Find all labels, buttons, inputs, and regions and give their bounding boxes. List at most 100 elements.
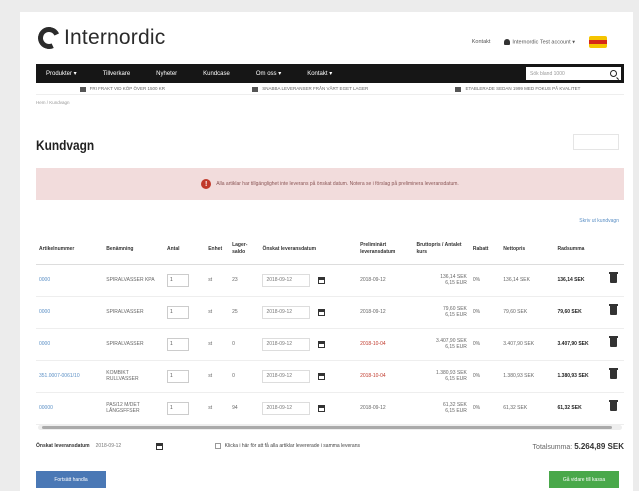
item-unit: st	[205, 360, 230, 393]
search-placeholder: Sök bland 1000	[530, 70, 565, 77]
pin-icon	[252, 86, 259, 92]
item-unit: st	[205, 264, 230, 297]
trash-icon[interactable]	[608, 336, 618, 348]
item-unit: st	[205, 392, 230, 425]
nav-item-manufacturers[interactable]: Tillverkare	[93, 71, 140, 77]
prelim-date: 2018-09-12	[357, 264, 414, 297]
quantity-input[interactable]: 1	[167, 337, 189, 351]
usp-bar: FRI FRAKT VID KÖP ÖVER 1500 KR SNABBA LE…	[36, 84, 624, 95]
col-stock: Lager-saldo	[229, 234, 260, 265]
col-qty: Antal	[164, 234, 206, 265]
item-name: SPIRALVASSER	[103, 328, 164, 361]
item-stock: 0	[229, 360, 260, 393]
col-discount: Rabatt	[469, 234, 501, 265]
nav-item-products[interactable]: Produkter ▾	[36, 70, 87, 77]
net-price: 79,60 SEK	[500, 296, 555, 329]
discount: 0%	[469, 360, 501, 393]
contact-link[interactable]: Kontakt	[472, 39, 491, 45]
scrollbar-thumb[interactable]	[42, 426, 612, 429]
continue-shopping-button[interactable]: Fortsätt handla	[36, 471, 106, 488]
article-link[interactable]: 00000	[36, 392, 104, 425]
quantity-input[interactable]: 1	[167, 305, 189, 319]
availability-alert: ! Alla artiklar har tillgänglighet inte …	[36, 168, 624, 200]
item-unit: st	[205, 328, 230, 361]
wish-date-input[interactable]: 2018-09-12	[262, 273, 311, 287]
quantity-input[interactable]: 1	[167, 401, 189, 415]
prelim-date: 2018-09-12	[357, 392, 414, 425]
discount: 0%	[469, 264, 501, 297]
alert-text: Alla artiklar har tillgänglighet inte le…	[216, 181, 459, 187]
item-name: SPIRALVASSER	[103, 296, 164, 329]
calendar-icon[interactable]	[318, 276, 326, 284]
wish-date-input[interactable]: 2018-09-12	[262, 401, 311, 415]
logo[interactable]: Internordic	[34, 23, 165, 53]
quantity-input[interactable]: 1	[167, 369, 189, 383]
delivery-date-field[interactable]: 2018-09-12	[96, 443, 144, 449]
total-value: 5.264,89 SEK	[574, 441, 624, 451]
header: Internordic Kontakt Internordic Test acc…	[20, 12, 633, 56]
print-cart-link[interactable]: Skriv ut kundvagn	[579, 218, 619, 224]
wish-date-input[interactable]: 2018-09-12	[262, 305, 311, 319]
logo-icon	[34, 23, 64, 53]
article-link[interactable]: 0000	[36, 328, 104, 361]
breadcrumb[interactable]: Hem / Kundvagn	[36, 100, 70, 105]
error-icon: !	[201, 179, 212, 189]
usp-item: SNABBA LEVERANSER FRÅN VÅRT EGET LAGER	[252, 86, 368, 92]
item-unit: st	[205, 296, 230, 329]
search-input[interactable]: Sök bland 1000	[526, 67, 621, 80]
nav-item-news[interactable]: Nyheter	[146, 71, 187, 77]
wish-date-input[interactable]: 2018-09-12	[262, 369, 311, 383]
nav-item-cases[interactable]: Kundcase	[193, 71, 240, 77]
net-price: 1.380,93 SEK	[500, 360, 555, 393]
search-icon[interactable]	[610, 70, 617, 77]
cart-action-box[interactable]	[573, 134, 619, 150]
discount: 0%	[469, 328, 501, 361]
row-sum: 61,32 SEK	[554, 392, 607, 425]
checkout-button[interactable]: Gå vidare till kassa	[549, 471, 619, 488]
calendar-icon[interactable]	[318, 372, 326, 380]
main-nav: Produkter ▾ Tillverkare Nyheter Kundcase…	[36, 64, 624, 83]
row-sum: 79,60 SEK	[554, 296, 607, 329]
discount: 0%	[469, 392, 501, 425]
calendar-icon[interactable]	[318, 308, 326, 316]
wish-date-input[interactable]: 2018-09-12	[262, 337, 311, 351]
net-price: 136,14 SEK	[500, 264, 555, 297]
table-row: 0000 SPIRALVASSER 1st 25 2018-09-12 2018-09-1…	[36, 296, 624, 329]
item-stock: 94	[229, 392, 260, 425]
quantity-input[interactable]: 1	[167, 273, 189, 287]
col-name: Benämning	[103, 234, 164, 265]
trash-icon[interactable]	[608, 304, 618, 316]
article-link[interactable]: 0000	[36, 296, 104, 329]
calendar-icon[interactable]	[318, 340, 326, 348]
trash-icon[interactable]	[608, 272, 618, 284]
truck-icon	[455, 86, 462, 92]
delivery-date-label: Önskat leveransdatum	[36, 443, 90, 449]
user-icon	[504, 38, 511, 45]
col-prelim-date: Preliminärt leveransdatum	[357, 234, 414, 265]
usp-item: FRI FRAKT VID KÖP ÖVER 1500 KR	[79, 86, 165, 92]
row-sum: 136,14 SEK	[554, 264, 607, 297]
net-price: 61,32 SEK	[500, 392, 555, 425]
col-article: Artikelnummer	[36, 234, 104, 265]
cart-total: Totalsumma: 5.264,89 SEK	[533, 442, 624, 451]
prelim-date: 2018-10-04	[357, 360, 414, 393]
item-name: SPIRALVASSER KPA	[103, 264, 164, 297]
language-flag-icon[interactable]	[589, 36, 607, 48]
article-link[interactable]: 0000	[36, 264, 104, 297]
same-delivery-checkbox[interactable]	[214, 443, 221, 449]
box-icon	[79, 86, 86, 92]
trash-icon[interactable]	[608, 400, 618, 412]
gross-price: 79,60 SEK 6,15 EUR	[413, 296, 470, 329]
usp-item: ETABLERADE SEDAN 1999 MED FOKUS PÅ KVALI…	[455, 86, 580, 92]
article-link[interactable]: 351.0007-0061/10	[36, 360, 104, 393]
gross-price: 3.407,90 SEK 6,15 EUR	[413, 328, 470, 361]
item-name: KOMBIKT RULLVASSER	[103, 360, 164, 393]
trash-icon[interactable]	[608, 368, 618, 380]
discount: 0%	[469, 296, 501, 329]
account-menu[interactable]: Internordic Test account ▾	[504, 38, 575, 45]
calendar-icon[interactable]	[155, 442, 163, 450]
nav-item-about[interactable]: Om oss ▾	[246, 70, 291, 77]
nav-item-contact[interactable]: Kontakt ▾	[297, 70, 342, 77]
calendar-icon[interactable]	[318, 404, 326, 412]
horizontal-scrollbar[interactable]	[38, 425, 622, 430]
